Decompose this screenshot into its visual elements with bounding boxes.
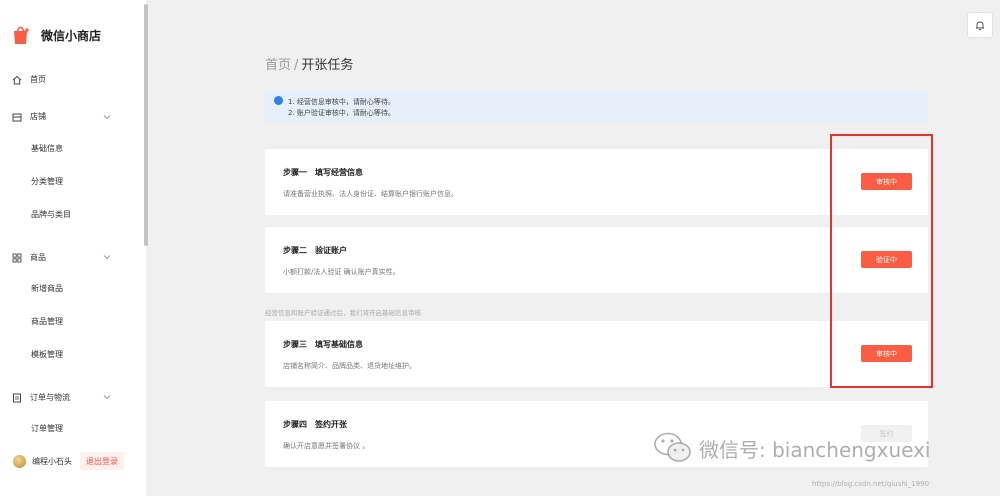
nav-shop[interactable]: 店铺: [12, 111, 46, 122]
nav-shop-basic-info[interactable]: 基础信息: [31, 143, 63, 154]
chevron-down-icon[interactable]: [103, 253, 111, 261]
nav-shop-label: 店铺: [30, 112, 46, 121]
nav-goods[interactable]: 商品: [12, 252, 46, 263]
order-icon: [13, 393, 21, 402]
nav-home[interactable]: 首页: [12, 74, 46, 85]
bell-icon: [976, 21, 984, 30]
step-title: 步骤一 填写经营信息: [283, 168, 363, 177]
page-title: 开张任务: [301, 58, 354, 73]
watermark-text: 微信号: bianchengxuexi: [699, 437, 931, 462]
nav-goods-new[interactable]: 新增商品: [31, 283, 63, 294]
breadcrumb: 首页 / 开张任务: [265, 54, 353, 73]
step-card-1: 步骤一 填写经营信息 请准备营业执照、法人身份证、结算账户银行账户信息。 审核中: [265, 149, 928, 215]
nav-orders[interactable]: 订单与物流: [12, 392, 70, 403]
notice-line: 2. 账户验证审核中，请耐心等待。: [288, 109, 395, 117]
highlight-box: [830, 134, 933, 388]
step-card-2: 步骤二 验证账户 小额打款/法人验证 确认账户真实性。 验证中: [265, 227, 928, 293]
user-name: 编程小石头: [32, 457, 72, 466]
logout-button[interactable]: 退出登录: [80, 452, 124, 470]
chevron-down-icon[interactable]: [103, 393, 111, 401]
step-title: 步骤四 签约开张: [283, 420, 347, 429]
info-icon: [274, 96, 283, 105]
nav-orders-label: 订单与物流: [30, 393, 70, 402]
user-info: 编程小石头: [13, 455, 72, 468]
step-desc: 小额打款/法人验证 确认账户真实性。: [283, 268, 400, 276]
step-desc: 店铺名称简介、品牌品类、退货地址维护。: [283, 362, 416, 370]
nav-shop-brand[interactable]: 品牌与类目: [31, 209, 71, 220]
notice-banner: 1. 经营信息审核中，请耐心等待。 2. 账户验证审核中，请耐心等待。: [265, 90, 928, 122]
step-desc: 确认开店意愿并签署协议 。: [283, 442, 370, 450]
watermark-url: https://blog.csdn.net/qiushi_1990: [812, 480, 930, 488]
nav-home-label: 首页: [30, 75, 46, 84]
shop-bag-logo-icon: [14, 26, 31, 44]
avatar[interactable]: [13, 455, 26, 468]
grid-icon: [12, 253, 22, 262]
step-desc: 请准备营业执照、法人身份证、结算账户银行账户信息。: [283, 190, 458, 198]
review-tip: 经营信息和账户验证通过后，我们将开启基础信息审核: [265, 309, 421, 317]
notice-line: 1. 经营信息审核中，请耐心等待。: [288, 98, 395, 106]
nav-goods-manage[interactable]: 商品管理: [31, 316, 63, 327]
home-icon: [12, 75, 22, 84]
chevron-down-icon[interactable]: [103, 113, 111, 121]
notification-button[interactable]: [967, 12, 993, 38]
shop-icon: [12, 113, 22, 121]
nav-shop-category[interactable]: 分类管理: [31, 176, 63, 187]
nav-goods-template[interactable]: 模板管理: [31, 349, 63, 360]
brand[interactable]: 微信小商店: [12, 25, 101, 45]
wechat-icon: [654, 432, 691, 462]
nav-goods-label: 商品: [30, 253, 46, 262]
breadcrumb-separator: /: [294, 58, 299, 73]
sidebar-scrollbar[interactable]: [144, 4, 148, 246]
watermark: 微信号: bianchengxuexi: [653, 431, 930, 465]
sidebar: 微信小商店 首页 店铺 基础信息 分类管理 品牌与类目 商品 新增商品 商品管理…: [0, 0, 146, 496]
step-card-3: 步骤三 填写基础信息 店铺名称简介、品牌品类、退货地址维护。 审核中: [265, 321, 928, 387]
nav-orders-manage[interactable]: 订单管理: [31, 423, 63, 434]
breadcrumb-home[interactable]: 首页: [265, 58, 291, 73]
step-title: 步骤三 填写基础信息: [283, 340, 363, 349]
app-title: 微信小商店: [41, 28, 102, 43]
step-title: 步骤二 验证账户: [283, 246, 347, 255]
